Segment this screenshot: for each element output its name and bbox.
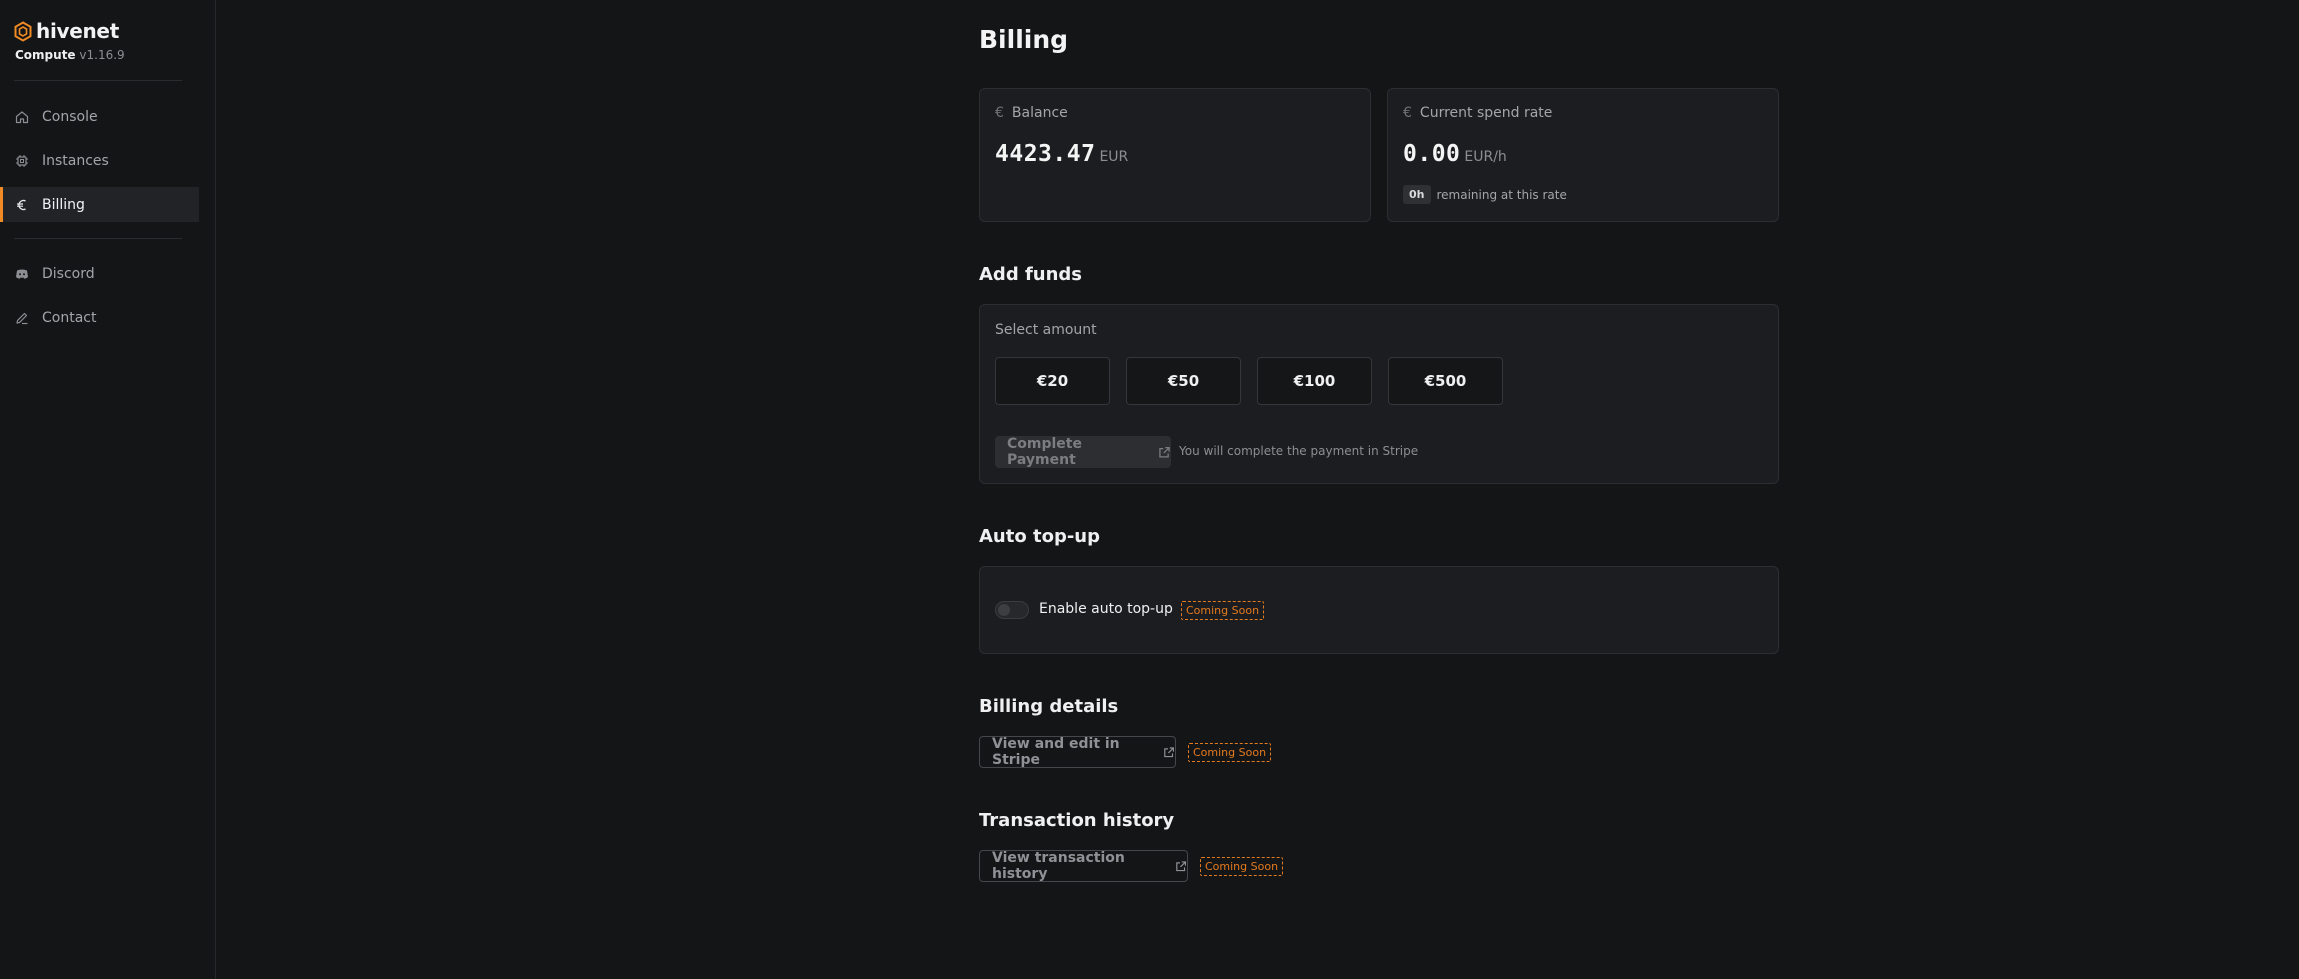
discord-icon (15, 267, 29, 281)
sidebar-item-label: Billing (42, 196, 85, 213)
sidebar-item-instances[interactable]: Instances (0, 143, 199, 178)
sidebar-item-label: Contact (42, 309, 97, 326)
sidebar-divider (14, 80, 182, 81)
sidebar: hivenet Compute v1.16.9 Console Instance… (0, 0, 216, 979)
billing-details-title: Billing details (979, 696, 1119, 717)
view-transaction-history-label: View transaction history (992, 850, 1125, 882)
euro-icon: € (995, 105, 1004, 121)
coming-soon-badge: Coming Soon (1200, 857, 1284, 876)
pencil-icon (15, 311, 29, 325)
external-link-icon (1159, 446, 1171, 457)
sidebar-item-label: Console (42, 108, 98, 125)
page-title: Billing (979, 25, 1069, 54)
spend-rate-card: € Current spend rate 0.00 EUR/h 0h remai… (1387, 88, 1779, 222)
toggle-knob (998, 604, 1010, 616)
amount-button-50[interactable]: €50 (1126, 357, 1241, 405)
balance-card: € Balance 4423.47 EUR (979, 88, 1371, 222)
balance-amount: 4423.47 (995, 141, 1096, 167)
external-link-icon (1164, 746, 1175, 757)
balance-unit: EUR (1099, 149, 1129, 165)
amount-button-500[interactable]: €500 (1388, 357, 1503, 405)
euro-icon: € (1403, 105, 1412, 121)
remaining-hours-chip: 0h (1403, 185, 1431, 204)
select-amount-label: Select amount (995, 322, 1097, 338)
coming-soon-badge: Coming Soon (1181, 601, 1265, 620)
version-label: v1.16.9 (79, 48, 125, 62)
sidebar-item-billing[interactable]: Billing (0, 187, 199, 222)
spend-rate-unit: EUR/h (1464, 149, 1507, 165)
transaction-history-title: Transaction history (979, 810, 1175, 831)
balance-label: € Balance (995, 105, 1068, 121)
brand-name: hivenet (36, 19, 119, 43)
spend-rate-label-text: Current spend rate (1419, 105, 1553, 121)
coming-soon-badge: Coming Soon (1188, 743, 1272, 762)
sidebar-item-label: Discord (42, 265, 95, 282)
view-transaction-history-button[interactable]: View transaction history (979, 850, 1188, 882)
hexagon-logo-icon (14, 20, 32, 42)
auto-topup-toggle[interactable] (995, 601, 1029, 619)
complete-payment-button[interactable]: Complete Payment (995, 436, 1171, 468)
remaining-time: 0h remaining at this rate (1403, 185, 1567, 204)
sidebar-item-console[interactable]: Console (0, 99, 199, 134)
home-icon (15, 110, 29, 124)
view-edit-stripe-button[interactable]: View and edit in Stripe (979, 736, 1176, 768)
spend-rate-label: € Current spend rate (1403, 105, 1552, 121)
product-version: Compute v1.16.9 (15, 48, 125, 62)
view-edit-stripe-label: View and edit in Stripe (992, 736, 1120, 768)
add-funds-title: Add funds (979, 264, 1083, 285)
complete-payment-label: Complete Payment (1007, 436, 1082, 468)
payment-note: You will complete the payment in Stripe (1179, 444, 1419, 458)
auto-topup-card: Enable auto top-up Coming Soon (979, 566, 1779, 654)
remaining-text: remaining at this rate (1436, 187, 1567, 202)
spend-rate-value: 0.00 EUR/h (1403, 141, 1507, 167)
amount-button-20[interactable]: €20 (995, 357, 1110, 405)
cpu-icon (15, 154, 29, 168)
add-funds-card: Select amount €20 €50 €100 €500 Complete… (979, 304, 1779, 484)
product-name: Compute (15, 48, 76, 62)
auto-topup-title: Auto top-up (979, 526, 1101, 547)
sidebar-item-discord[interactable]: Discord (0, 256, 199, 291)
external-link-icon (1176, 860, 1187, 871)
sidebar-item-label: Instances (42, 152, 109, 169)
amount-button-100[interactable]: €100 (1257, 357, 1372, 405)
brand-logo[interactable]: hivenet (14, 19, 119, 43)
sidebar-item-contact[interactable]: Contact (0, 300, 199, 335)
spend-rate-amount: 0.00 (1403, 141, 1461, 167)
euro-icon (15, 198, 29, 212)
auto-topup-label: Enable auto top-up (1039, 601, 1173, 617)
balance-value: 4423.47 EUR (995, 141, 1128, 167)
balance-label-text: Balance (1011, 105, 1068, 121)
sidebar-divider (14, 238, 182, 239)
